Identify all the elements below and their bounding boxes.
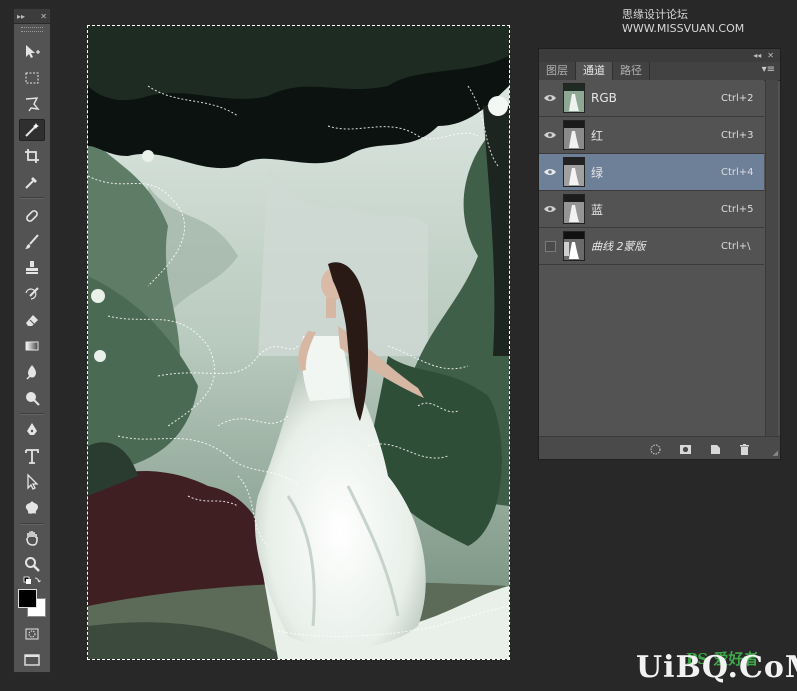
trash-icon[interactable] <box>738 441 751 455</box>
dodge-tool-icon[interactable] <box>19 387 45 409</box>
channel-thumbnail <box>563 120 585 150</box>
quick-mask-icon[interactable] <box>19 623 45 645</box>
history-brush-tool-icon[interactable] <box>19 283 45 305</box>
selection-circle-icon[interactable] <box>649 441 662 455</box>
hand-tool-icon[interactable] <box>19 527 45 549</box>
visibility-eye-icon[interactable] <box>539 117 561 153</box>
channels-panel-footer: ◢ <box>539 436 780 459</box>
watermark-top: 思缘设计论坛 WWW.MISSVUAN.COM <box>622 8 745 35</box>
channel-thumbnail <box>563 231 585 261</box>
custom-shape-tool-icon[interactable] <box>19 497 45 519</box>
brush-tool-icon[interactable] <box>19 231 45 253</box>
screen-mode-icon[interactable] <box>19 649 45 671</box>
panel-menu-icon[interactable]: ▾≡ <box>762 64 775 75</box>
visibility-eye-icon[interactable] <box>539 154 561 190</box>
panel-close-icon[interactable]: ✕ <box>767 51 774 60</box>
channel-row-curves-mask[interactable]: 曲线 2蒙版 Ctrl+\ <box>539 228 764 265</box>
channel-row-rgb[interactable]: RGB Ctrl+2 <box>539 80 764 117</box>
channel-shortcut: Ctrl+\ <box>721 240 751 252</box>
tab-channels[interactable]: 通道 <box>576 62 613 80</box>
type-tool-icon[interactable] <box>19 445 45 467</box>
channel-row-green[interactable]: 绿 Ctrl+4 <box>539 154 764 191</box>
panel-collapse-icon[interactable]: ◂◂ <box>753 51 761 60</box>
zoom-tool-icon[interactable] <box>19 553 45 575</box>
channel-thumbnail <box>563 157 585 187</box>
watermark-bottom: UiBQ.CoM <box>636 650 797 685</box>
channel-name: 蓝 <box>591 202 604 217</box>
foreground-color-swatch[interactable] <box>18 589 37 608</box>
tools-expand-icon[interactable]: ▸▸ <box>17 12 25 21</box>
healing-brush-tool-icon[interactable] <box>19 205 45 227</box>
default-colors-icon[interactable] <box>19 575 45 589</box>
lasso-tool-icon[interactable] <box>19 93 45 115</box>
blur-tool-icon[interactable] <box>19 361 45 383</box>
channel-name: RGB <box>591 91 617 105</box>
move-tool-icon[interactable] <box>19 41 45 63</box>
visibility-eye-icon[interactable] <box>539 191 561 227</box>
channel-thumbnail <box>563 83 585 113</box>
channel-name: 曲线 2蒙版 <box>591 240 646 253</box>
mask-icon[interactable] <box>679 441 692 454</box>
magic-wand-tool-icon[interactable] <box>19 119 45 141</box>
channel-shortcut: Ctrl+2 <box>721 92 754 104</box>
tab-layers[interactable]: 图层 <box>539 62 576 80</box>
document-canvas[interactable] <box>88 26 509 659</box>
channel-row-red[interactable]: 红 Ctrl+3 <box>539 117 764 154</box>
tools-grip[interactable] <box>14 24 50 34</box>
crop-tool-icon[interactable] <box>19 145 45 167</box>
gradient-tool-icon[interactable] <box>19 335 45 357</box>
panel-resize-grip[interactable]: ◢ <box>773 449 778 457</box>
pen-tool-icon[interactable] <box>19 419 45 441</box>
visibility-eye-icon[interactable] <box>539 80 561 116</box>
channel-row-blue[interactable]: 蓝 Ctrl+5 <box>539 191 764 228</box>
channel-shortcut: Ctrl+5 <box>721 203 754 215</box>
channel-name: 红 <box>591 128 604 143</box>
panel-tabs: 图层 通道 路径 ▾≡ <box>539 62 780 81</box>
channel-shortcut: Ctrl+4 <box>721 166 754 178</box>
path-selection-tool-icon[interactable] <box>19 471 45 493</box>
marquee-tool-icon[interactable] <box>19 67 45 89</box>
clone-stamp-tool-icon[interactable] <box>19 257 45 279</box>
tools-panel: ▸▸ ✕ <box>13 8 51 673</box>
photo-bride-in-garden <box>88 26 509 659</box>
tab-paths[interactable]: 路径 <box>613 62 650 80</box>
channel-thumbnail <box>563 194 585 224</box>
channels-panel-header: ◂◂ ✕ <box>539 49 780 62</box>
tools-panel-header: ▸▸ ✕ <box>14 9 50 24</box>
channel-list: RGB Ctrl+2 红 Ctrl+3 绿 Ctrl+4 蓝 Ctrl+5 曲线… <box>539 80 764 265</box>
eraser-tool-icon[interactable] <box>19 309 45 331</box>
new-channel-icon[interactable] <box>709 441 722 454</box>
channel-shortcut: Ctrl+3 <box>721 129 754 141</box>
eyedropper-tool-icon[interactable] <box>19 171 45 193</box>
channels-panel: ◂◂ ✕ 图层 通道 路径 ▾≡ RGB Ctrl+2 红 Ctrl+3 绿 C… <box>538 48 781 460</box>
tools-close-icon[interactable]: ✕ <box>40 12 47 21</box>
channel-list-scrollbar[interactable] <box>765 80 778 436</box>
channel-name: 绿 <box>591 165 604 180</box>
visibility-toggle[interactable] <box>539 228 561 264</box>
